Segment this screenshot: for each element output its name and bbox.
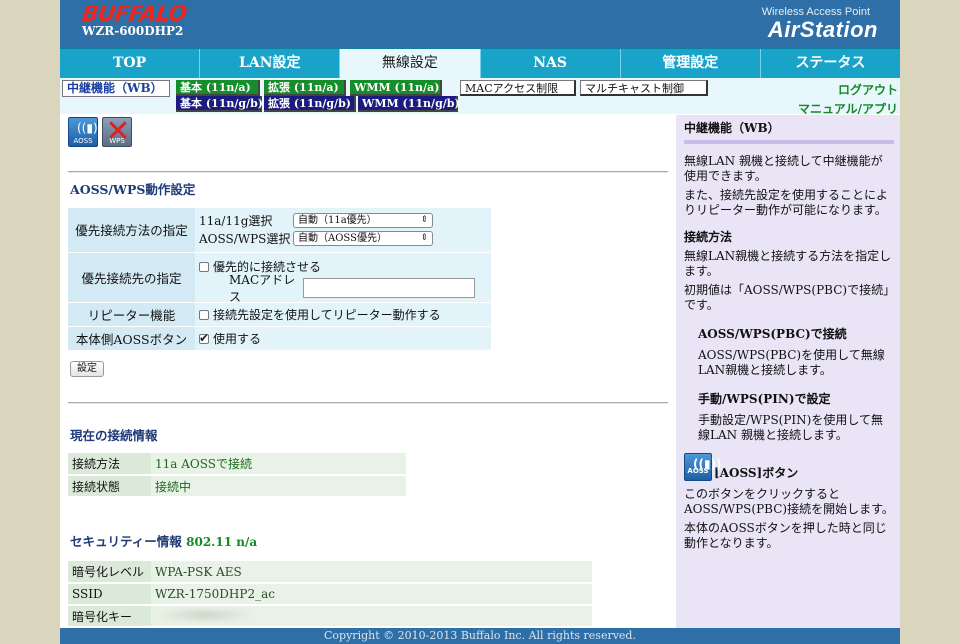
tab-nas[interactable]: NAS [481, 49, 621, 78]
security-info-table: 暗号化レベル WPA-PSK AES SSID WZR-1750DHP2_ac … [68, 561, 592, 628]
mac-address-input[interactable] [303, 277, 475, 298]
subnav-wmm-11ngb[interactable]: WMM (11n/g/b) [358, 96, 460, 112]
band-select[interactable]: 自動（11a優先） ⇕ [293, 213, 433, 229]
help-intro-2: また、接続先設定を使用することによりリピーター動作が可能になります。 [684, 188, 889, 217]
subnav-mac-access[interactable]: MACアクセス制限 [460, 80, 576, 96]
aoss-button-checkbox[interactable] [199, 331, 209, 345]
table-row: 接続方法 11a AOSSで接続 [68, 453, 406, 476]
table-row: 接続状態 接続中 [68, 475, 406, 498]
priority-target-label: 優先接続先の指定 [68, 252, 195, 302]
divider [68, 171, 668, 173]
help-aoss-button-text-2: 本体のAOSSボタンを押した時と同じ動作となります。 [684, 521, 887, 550]
subnav-basic-11na[interactable]: 基本 (11n/a) [176, 80, 260, 96]
sub-nav: 中継機能（WB） 基本 (11n/a) 拡張 (11n/a) WMM (11n/… [60, 78, 900, 116]
table-row: 暗号化キー [68, 605, 592, 628]
tab-top[interactable]: TOP [60, 49, 201, 78]
set-button[interactable]: 設定 [70, 361, 104, 377]
connection-method-value: 11a AOSSで接続 [151, 453, 406, 476]
band-select-value: 自動（11a優先） [298, 215, 377, 227]
help-method-default: 初期値は「AOSS/WPS(PBC)で接続」です。 [684, 283, 890, 312]
security-standard: 802.11 n/a [186, 535, 258, 549]
connection-method-key: 接続方法 [68, 453, 151, 476]
select-arrow-icon: ⇕ [420, 233, 428, 244]
tab-wireless-settings[interactable]: 無線設定 [340, 49, 481, 78]
airstation-logo: AirStation [767, 17, 878, 42]
mac-address-label: MACアドレス [229, 272, 296, 304]
help-panel: 中継機能（WB） 無線LAN 親機と接続して中継機能が使用できます。 また、接続… [676, 115, 900, 628]
help-pin-title: 手動/WPS(PIN)で設定 [698, 392, 831, 406]
tab-lan-settings[interactable]: LAN設定 [200, 49, 341, 78]
encryption-key-value [151, 605, 592, 628]
footer-copyright: Copyright © 2010-2013 Buffalo Inc. All r… [60, 628, 900, 644]
help-pin-text: 手動設定/WPS(PIN)を使用して無線LAN 親機と接続します。 [698, 413, 883, 442]
subnav-multicast[interactable]: マルチキャスト制御 [580, 80, 708, 96]
encryption-level-value: WPA-PSK AES [151, 561, 592, 584]
table-row: 暗号化レベル WPA-PSK AES [68, 561, 592, 584]
aoss-wps-select-value: 自動（AOSS優先） [298, 233, 387, 245]
aoss-icon: ((▮)) AOSS [684, 453, 722, 481]
aoss-wps-settings-title: AOSS/WPS動作設定 [70, 182, 196, 197]
wps-disabled-icon: WPS ✕ [102, 114, 132, 149]
table-row: SSID WZR-1750DHP2_ac [68, 583, 592, 606]
repeater-checkbox[interactable] [199, 310, 209, 320]
main-nav: TOP LAN設定 無線設定 NAS 管理設定 ステータス [60, 48, 900, 78]
help-aoss-heading: ((▮)) AOSS [AOSS]ボタン [684, 453, 894, 481]
connection-info-table: 接続方法 11a AOSSで接続 接続状態 接続中 [68, 453, 406, 498]
security-info-title: セキュリティー情報 802.11 n/a [70, 531, 257, 550]
subnav-ext-11na[interactable]: 拡張 (11n/a) [264, 80, 346, 96]
select-arrow-icon: ⇕ [420, 215, 428, 226]
encryption-key-key: 暗号化キー [68, 605, 151, 628]
wireless-wave-icon: ((▮)) [77, 121, 103, 135]
divider [68, 402, 668, 404]
tab-status[interactable]: ステータス [761, 49, 900, 78]
aoss-icon-label: AOSS [687, 467, 709, 475]
tab-admin-settings[interactable]: 管理設定 [621, 49, 761, 78]
repeater-checkbox-label: 接続先設定を使用してリピーター動作する [213, 307, 441, 322]
aoss-wps-select-label: AOSS/WPS選択 [199, 232, 291, 247]
connection-info-title: 現在の接続情報 [70, 428, 158, 443]
help-aoss-button-text: このボタンをクリックするとAOSS/WPS(PBC)接続を開始します。 [684, 487, 894, 516]
repeater-label: リピーター機能 [68, 302, 195, 326]
subnav-wmm-11na[interactable]: WMM (11n/a) [350, 80, 442, 96]
logout-link[interactable]: ログアウト [838, 81, 898, 98]
subnav-current-repeater[interactable]: 中継機能（WB） [62, 80, 170, 97]
connection-status-value: 接続中 [151, 475, 406, 498]
help-aoss-button-title: [AOSS]ボタン [714, 466, 799, 480]
help-pbc-title: AOSS/WPS(PBC)で接続 [698, 327, 847, 341]
priority-method-label: 優先接続方法の指定 [68, 208, 195, 252]
aoss-icon-label: AOSS [73, 137, 93, 145]
page: BUFFALO WZR-600DHP2 Wireless Access Poin… [60, 0, 900, 644]
header: BUFFALO WZR-600DHP2 Wireless Access Poin… [60, 0, 900, 48]
band-select-label: 11a/11g選択 [199, 214, 273, 229]
ssid-value: WZR-1750DHP2_ac [151, 583, 592, 606]
priority-connect-checkbox[interactable] [199, 261, 209, 272]
subnav-basic-11ngb[interactable]: 基本 (11n/g/b) [176, 96, 263, 112]
help-method-text: 無線LAN親機と接続する方法を指定します。 [684, 249, 892, 278]
model-name: WZR-600DHP2 [82, 24, 184, 38]
help-title: 中継機能（WB） [684, 119, 894, 144]
aoss-settings-form: 優先接続方法の指定 11a/11g選択 自動（11a優先） ⇕ AOSS/WPS選… [68, 208, 491, 351]
help-pbc-text: AOSS/WPS(PBC)を使用して無線LAN親機と接続します。 [698, 348, 885, 377]
main-content: ((▮)) AOSS WPS ✕ AOSS/WPS動作設定 優先接続方法の指定 … [60, 114, 676, 628]
aoss-button-checkbox-label: 使用する [213, 331, 262, 346]
icon-bar: ((▮)) AOSS WPS ✕ [68, 114, 132, 149]
redacted-key [155, 610, 255, 620]
help-intro: 無線LAN 親機と接続して中継機能が使用できます。 [684, 154, 883, 183]
aoss-button-label: 本体側AOSSボタン [68, 326, 195, 350]
aoss-wps-select[interactable]: 自動（AOSS優先） ⇕ [293, 231, 433, 247]
connection-status-key: 接続状態 [68, 475, 151, 498]
cross-icon: ✕ [105, 114, 131, 149]
subnav-ext-11ngb[interactable]: 拡張 (11n/g/b) [264, 96, 356, 112]
ssid-key: SSID [68, 583, 151, 606]
security-info-title-text: セキュリティー情報 [70, 534, 182, 549]
help-method-title: 接続方法 [684, 230, 733, 244]
aoss-icon[interactable]: ((▮)) AOSS [68, 117, 102, 147]
encryption-level-key: 暗号化レベル [68, 561, 151, 584]
